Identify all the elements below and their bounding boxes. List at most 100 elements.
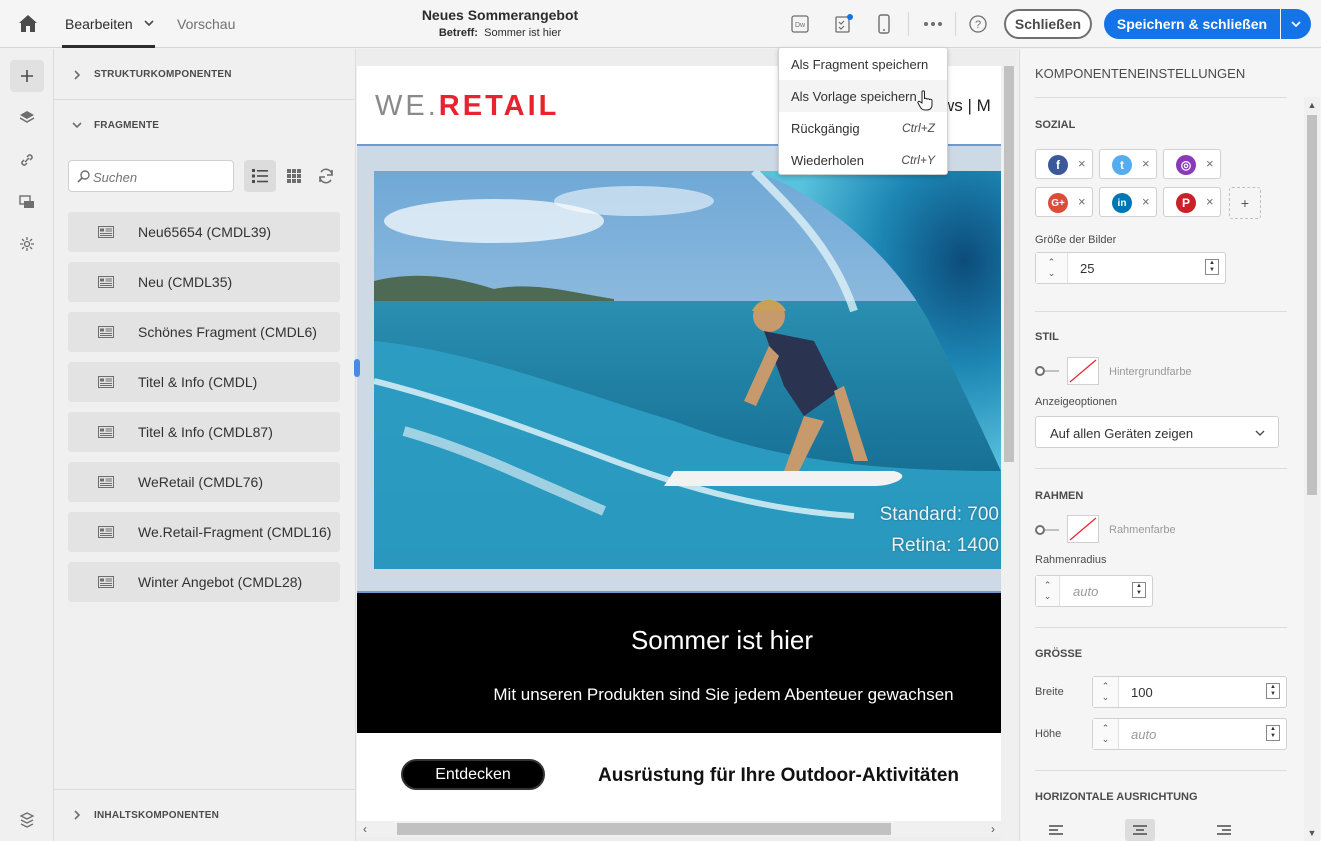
menu-item-redo[interactable]: Wiederholen Ctrl+Y: [779, 144, 947, 176]
menu-item-undo[interactable]: Rückgängig Ctrl+Z: [779, 112, 947, 144]
width-value[interactable]: 100: [1131, 685, 1153, 700]
fragment-search[interactable]: [68, 160, 234, 192]
fragment-item[interactable]: WeRetail (CMDL76): [68, 462, 340, 502]
social-item[interactable]: in ×: [1099, 187, 1157, 217]
add-components-icon[interactable]: [10, 60, 44, 92]
personalization-icon[interactable]: [10, 228, 44, 260]
align-right-icon[interactable]: [1209, 819, 1239, 841]
layers-settings-icon[interactable]: [10, 804, 44, 836]
canvas-horizontal-scrollbar[interactable]: ‹ ›: [357, 821, 1001, 837]
remove-icon[interactable]: ×: [1078, 156, 1086, 171]
fragment-item[interactable]: Schönes Fragment (CMDL6): [68, 312, 340, 352]
spin-buttons[interactable]: ▲ ▼: [1205, 259, 1219, 275]
image-size-stepper[interactable]: ⌃ ⌄ 25 ▲ ▼: [1035, 252, 1226, 284]
save-and-close-button[interactable]: Speichern & schließen: [1104, 9, 1280, 39]
fragment-label: Schönes Fragment (CMDL6): [138, 324, 317, 340]
list-view-button[interactable]: [244, 160, 276, 192]
fragment-item[interactable]: Neu65654 (CMDL39): [68, 212, 340, 252]
menu-item-save-as-fragment[interactable]: Als Fragment speichern: [779, 48, 947, 80]
close-button[interactable]: Schließen: [1004, 9, 1092, 39]
spin-buttons[interactable]: ▲ ▼: [1266, 683, 1280, 699]
headline: Sommer ist hier: [630, 625, 814, 655]
border-color-toggle[interactable]: [1035, 525, 1059, 535]
selected-image-block[interactable]: Standard: 700 Retina: 1400: [357, 144, 1001, 593]
fragment-item[interactable]: Winter Angebot (CMDL28): [68, 562, 340, 602]
hero-image[interactable]: Standard: 700 Retina: 1400: [374, 171, 1001, 569]
height-stepper[interactable]: ⌃ ⌄ auto ▲ ▼: [1092, 718, 1287, 750]
search-input[interactable]: [93, 167, 229, 187]
social-item[interactable]: G+ ×: [1035, 187, 1093, 217]
social-item[interactable]: ◎ ×: [1163, 149, 1221, 179]
checklist-icon[interactable]: [831, 12, 855, 36]
border-radius-placeholder[interactable]: auto: [1073, 584, 1098, 599]
remove-icon[interactable]: ×: [1206, 194, 1214, 209]
document-title: Neues Sommerangebot: [421, 7, 579, 23]
layers-icon[interactable]: [10, 102, 44, 134]
display-options-value: Auf allen Geräten zeigen: [1050, 426, 1194, 441]
align-left-icon[interactable]: [1041, 819, 1071, 841]
scroll-up-icon[interactable]: ▲: [1304, 97, 1320, 113]
section-content-components[interactable]: INHALTSKOMPONENTEN: [54, 790, 356, 840]
save-options-dropdown[interactable]: [1281, 9, 1311, 39]
assets-icon[interactable]: [10, 186, 44, 218]
scroll-thumb[interactable]: [1004, 66, 1014, 462]
stepper-arrows[interactable]: ⌃ ⌄: [1093, 719, 1119, 749]
social-item[interactable]: f ×: [1035, 149, 1093, 179]
cta-button[interactable]: Entdecken: [401, 759, 545, 790]
section-fragments[interactable]: FRAGMENTE: [54, 100, 356, 150]
fragment-label: We.Retail-Fragment (CMDL16): [138, 524, 332, 540]
scroll-thumb[interactable]: [1307, 115, 1317, 495]
add-social-button[interactable]: +: [1229, 187, 1261, 219]
home-icon[interactable]: [16, 12, 40, 36]
scroll-left-icon[interactable]: ‹: [357, 821, 373, 837]
border-color-swatch[interactable]: [1067, 515, 1099, 543]
background-color-toggle[interactable]: [1035, 366, 1059, 376]
remove-icon[interactable]: ×: [1142, 156, 1150, 171]
grid-view-button[interactable]: [280, 160, 308, 192]
mobile-preview-icon[interactable]: [872, 12, 896, 36]
tab-edit[interactable]: Bearbeiten: [65, 16, 133, 32]
spin-buttons[interactable]: ▲ ▼: [1132, 582, 1146, 598]
scroll-down-icon[interactable]: ▼: [1304, 825, 1320, 841]
spin-buttons[interactable]: ▲ ▼: [1266, 725, 1280, 741]
social-item[interactable]: t ×: [1099, 149, 1157, 179]
fragment-item[interactable]: We.Retail-Fragment (CMDL16): [68, 512, 340, 552]
canvas-vertical-scrollbar[interactable]: [1001, 66, 1017, 841]
social-item[interactable]: P ×: [1163, 187, 1221, 217]
fragment-item[interactable]: Titel & Info (CMDL): [68, 362, 340, 402]
fragment-label: WeRetail (CMDL76): [138, 474, 263, 490]
stepper-arrows[interactable]: ⌃ ⌄: [1036, 253, 1068, 283]
more-icon[interactable]: [921, 12, 945, 36]
remove-icon[interactable]: ×: [1142, 194, 1150, 209]
header-navigation[interactable]: ws | M: [942, 96, 991, 116]
resize-handle[interactable]: [354, 359, 360, 377]
height-placeholder[interactable]: auto: [1131, 727, 1156, 742]
align-center-icon[interactable]: [1125, 819, 1155, 841]
section-structure-components[interactable]: STRUKTURKOMPONENTEN: [54, 50, 356, 100]
fragment-item[interactable]: Neu (CMDL35): [68, 262, 340, 302]
dreamweaver-icon[interactable]: Dw: [788, 12, 812, 36]
link-icon[interactable]: [10, 144, 44, 176]
refresh-button[interactable]: [312, 160, 340, 192]
help-icon[interactable]: ?: [966, 12, 990, 36]
display-options-select[interactable]: Auf allen Geräten zeigen: [1035, 416, 1279, 448]
background-color-swatch[interactable]: [1067, 357, 1099, 385]
scroll-thumb[interactable]: [397, 823, 891, 835]
width-stepper[interactable]: ⌃ ⌄ 100 ▲ ▼: [1092, 676, 1287, 708]
border-radius-stepper[interactable]: ⌃ ⌄ auto ▲ ▼: [1035, 575, 1153, 607]
subject-value: Sommer ist hier: [484, 27, 562, 39]
menu-item-shortcut: Ctrl+Z: [902, 121, 935, 135]
remove-icon[interactable]: ×: [1078, 194, 1086, 209]
chevron-down-icon[interactable]: [141, 15, 157, 31]
menu-item-save-as-template[interactable]: Als Vorlage speichern: [779, 80, 947, 112]
scroll-right-icon[interactable]: ›: [985, 821, 1001, 837]
stepper-arrows[interactable]: ⌃ ⌄: [1093, 677, 1119, 707]
fragment-icon: [98, 276, 114, 288]
image-size-value[interactable]: 25: [1080, 261, 1094, 276]
tab-preview[interactable]: Vorschau: [177, 16, 235, 32]
remove-icon[interactable]: ×: [1206, 156, 1214, 171]
headline-block[interactable]: Sommer ist hier Mit unseren Produkten si…: [357, 593, 1001, 733]
settings-scrollbar[interactable]: ▲ ▼: [1304, 97, 1320, 841]
stepper-arrows[interactable]: ⌃ ⌄: [1036, 576, 1060, 606]
fragment-item[interactable]: Titel & Info (CMDL87): [68, 412, 340, 452]
